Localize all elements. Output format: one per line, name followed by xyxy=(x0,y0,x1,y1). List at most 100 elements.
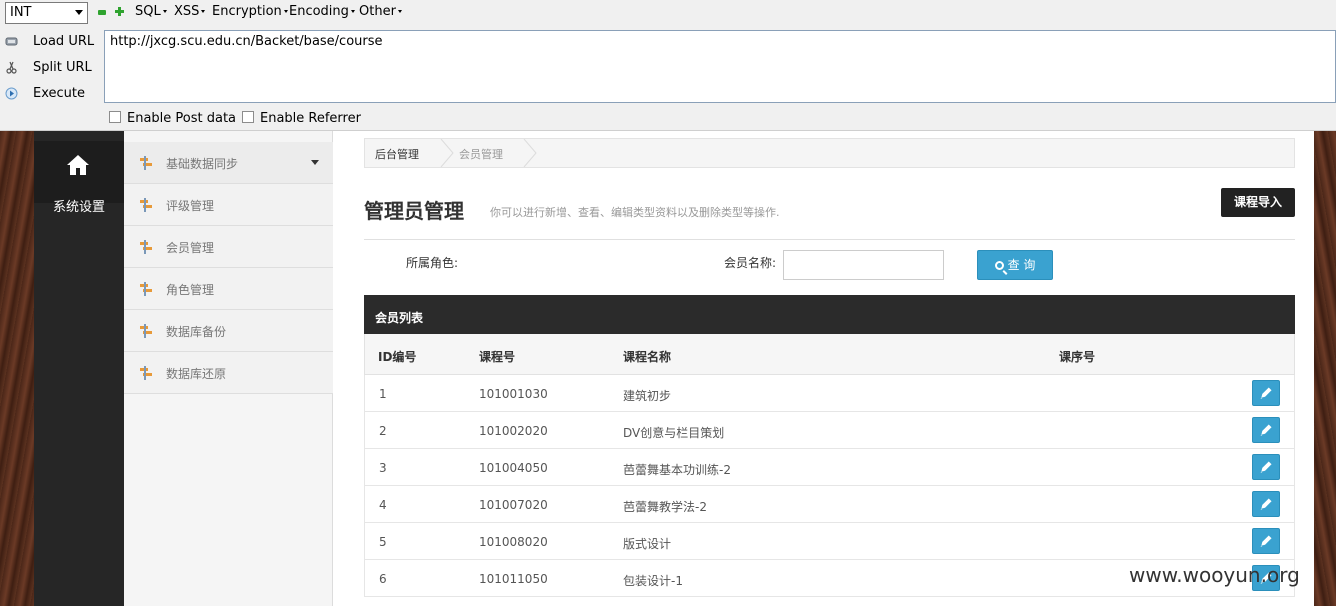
column-header-id[interactable]: ID编号 xyxy=(378,348,416,365)
edit-button[interactable] xyxy=(1252,454,1280,480)
background-wood-left xyxy=(0,131,34,606)
sidebar-item-label: 角色管理 xyxy=(166,283,215,297)
load-url-button[interactable]: Load URL xyxy=(0,31,100,53)
increase-icon[interactable] xyxy=(115,7,124,16)
column-header-course-code[interactable]: 课程号 xyxy=(479,348,515,365)
menu-sql-label: SQL xyxy=(135,4,161,19)
load-url-label: Load URL xyxy=(33,34,95,49)
cell-id: 1 xyxy=(379,387,387,401)
breadcrumb-separator-icon xyxy=(523,139,537,167)
member-name-input[interactable] xyxy=(783,250,944,280)
breadcrumb-item-members[interactable]: 会员管理 xyxy=(459,146,503,162)
url-textarea[interactable]: http://jxcg.scu.edu.cn/Backet/base/cours… xyxy=(104,30,1336,103)
menu-encryption-label: Encryption xyxy=(212,4,282,19)
page-description: 你可以进行新增、查看、编辑类型资料以及删除类型等操作. xyxy=(490,206,780,219)
column-header-seq[interactable]: 课序号 xyxy=(1059,348,1095,365)
search-icon xyxy=(994,261,1004,270)
menu-xss-label: XSS xyxy=(174,4,200,19)
member-name-label: 会员名称: xyxy=(724,256,777,270)
menu-sql[interactable]: SQL xyxy=(135,4,167,19)
sidebar-item-rating[interactable]: 评级管理 xyxy=(124,184,333,226)
split-url-button[interactable]: Split URL xyxy=(0,57,100,79)
main-nav: 系统设置 xyxy=(34,131,124,606)
menu-other-label: Other xyxy=(359,4,396,19)
admin-app: 系统设置 基础数据同步 评级管理 会员管理 角色管理 数据库备份 数据库还原 后… xyxy=(34,131,1314,606)
edit-button[interactable] xyxy=(1252,380,1280,406)
caret-icon xyxy=(283,10,288,13)
menu-item-icon xyxy=(140,366,152,380)
hackbar-toolbar: INT SQL XSS Encryption Encoding Other Lo… xyxy=(0,0,1336,131)
checkbox-box[interactable] xyxy=(109,111,121,123)
home-icon xyxy=(67,155,89,175)
course-import-button[interactable]: 课程导入 xyxy=(1221,188,1295,217)
table-row: 4 101007020 芭蕾舞教学法-2 xyxy=(364,486,1295,523)
pencil-icon xyxy=(1260,424,1272,436)
query-button[interactable]: 查 询 xyxy=(977,250,1053,280)
sidebar-item-basic-data-sync[interactable]: 基础数据同步 xyxy=(124,142,333,184)
table-row: 2 101002020 DV创意与栏目策划 xyxy=(364,412,1295,449)
breadcrumb: 后台管理 会员管理 xyxy=(364,138,1295,168)
column-header-course-name[interactable]: 课程名称 xyxy=(623,348,671,365)
checkbox-box[interactable] xyxy=(242,111,254,123)
caret-icon xyxy=(350,10,355,13)
decrease-icon[interactable] xyxy=(98,10,106,15)
cell-id: 6 xyxy=(379,572,387,586)
cell-id: 3 xyxy=(379,461,387,475)
menu-encoding-label: Encoding xyxy=(289,4,349,19)
sidebar-submenu: 基础数据同步 评级管理 会员管理 角色管理 数据库备份 数据库还原 xyxy=(124,131,333,606)
table-row: 3 101004050 芭蕾舞基本功训练-2 xyxy=(364,449,1295,486)
injection-type-value: INT xyxy=(10,5,32,20)
table-row: 1 101001030 建筑初步 xyxy=(364,375,1295,412)
table-column-headers: ID编号 课程号 课程名称 课序号 xyxy=(364,334,1295,375)
edit-button[interactable] xyxy=(1252,528,1280,554)
edit-button[interactable] xyxy=(1252,417,1280,443)
breadcrumb-item-admin[interactable]: 后台管理 xyxy=(375,146,419,162)
cell-course-name: DV创意与栏目策划 xyxy=(623,426,725,440)
sidebar-item-db-restore[interactable]: 数据库还原 xyxy=(124,352,333,394)
enable-referrer-label: Enable Referrer xyxy=(260,111,361,126)
sidebar-item-label: 数据库备份 xyxy=(166,325,227,339)
cell-course-name: 芭蕾舞基本功训练-2 xyxy=(623,463,731,477)
role-filter-label: 所属角色: xyxy=(406,256,459,270)
enable-referrer-checkbox[interactable]: Enable Referrer xyxy=(242,111,361,126)
pencil-icon xyxy=(1260,535,1272,547)
sidebar-item-db-backup[interactable]: 数据库备份 xyxy=(124,310,333,352)
divider xyxy=(364,239,1295,240)
pencil-icon xyxy=(1260,498,1272,510)
sidebar-item-label: 数据库还原 xyxy=(166,367,227,381)
sidebar-item-roles[interactable]: 角色管理 xyxy=(124,268,333,310)
cell-course-code: 101008020 xyxy=(479,535,548,549)
cell-course-code: 101011050 xyxy=(479,572,548,586)
sidebar-item-label: 评级管理 xyxy=(166,199,215,213)
enable-post-data-checkbox[interactable]: Enable Post data xyxy=(109,111,236,126)
cell-course-name: 版式设计 xyxy=(623,537,672,551)
cell-id: 2 xyxy=(379,424,387,438)
nav-item-label: 系统设置 xyxy=(52,200,105,215)
menu-item-icon xyxy=(140,198,152,212)
cell-course-code: 101002020 xyxy=(479,424,548,438)
menu-encoding[interactable]: Encoding xyxy=(289,4,355,19)
query-button-label: 查 询 xyxy=(1007,258,1036,272)
caret-icon xyxy=(397,10,402,13)
cell-course-name: 包装设计-1 xyxy=(623,574,683,588)
cell-id: 4 xyxy=(379,498,387,512)
menu-item-icon xyxy=(140,240,152,254)
nav-item-system-settings[interactable]: 系统设置 xyxy=(34,141,124,215)
menu-xss[interactable]: XSS xyxy=(174,4,206,19)
pencil-icon xyxy=(1260,387,1272,399)
chevron-down-icon xyxy=(75,10,83,15)
cell-course-code: 101007020 xyxy=(479,498,548,512)
menu-other[interactable]: Other xyxy=(359,4,402,19)
edit-button[interactable] xyxy=(1252,491,1280,517)
table-row: 5 101008020 版式设计 xyxy=(364,523,1295,560)
enable-post-data-label: Enable Post data xyxy=(127,111,237,126)
table-title: 会员列表 xyxy=(364,295,1295,334)
cell-course-name: 芭蕾舞教学法-2 xyxy=(623,500,707,514)
sidebar-item-members[interactable]: 会员管理 xyxy=(124,226,333,268)
background-wood-right xyxy=(1314,131,1336,606)
injection-type-select[interactable]: INT xyxy=(5,2,88,24)
menu-encryption[interactable]: Encryption xyxy=(212,4,288,19)
execute-icon xyxy=(5,87,18,100)
sidebar-item-label: 会员管理 xyxy=(166,241,215,255)
execute-button[interactable]: Execute xyxy=(0,83,100,105)
